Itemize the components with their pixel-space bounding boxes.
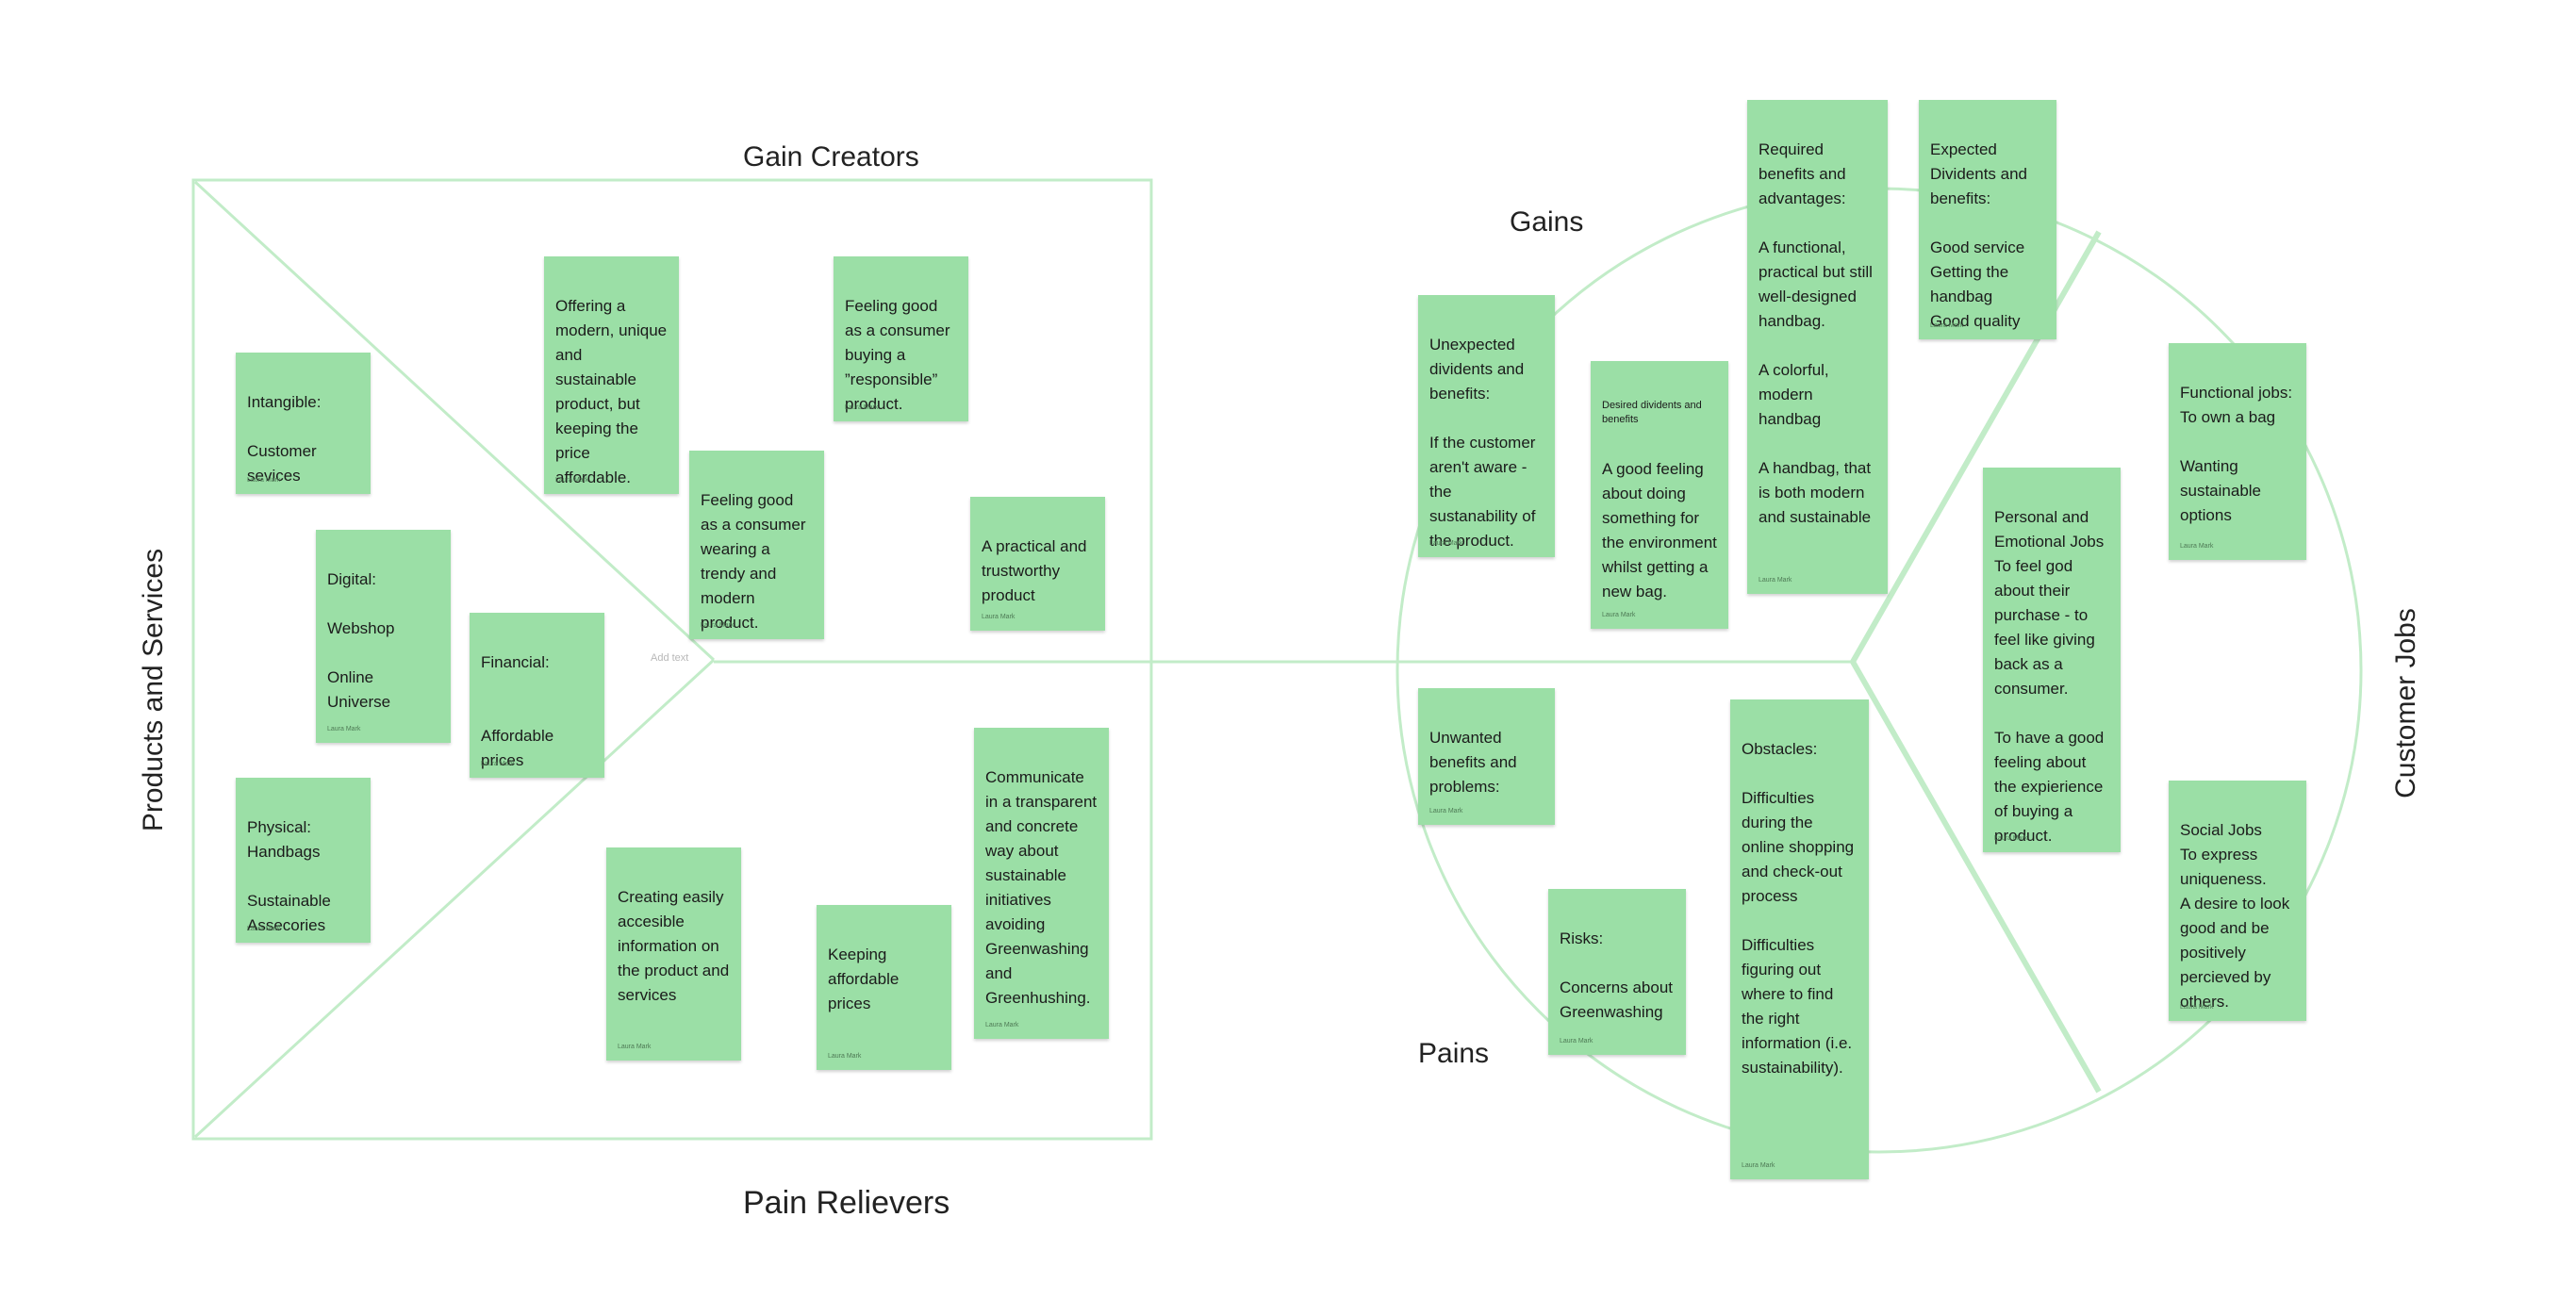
sticky-note-text: Social Jobs To express uniqueness. A des… <box>2180 821 2290 1011</box>
sticky-note-author: Laura Mark <box>1742 1162 1775 1169</box>
sticky-note-text: Physical: Handbags Sustainable Assecorie… <box>247 818 331 934</box>
sticky-note-author: Laura Mark <box>1602 612 1636 618</box>
sticky-note-text: Feeling good as a consumer wearing a tre… <box>701 491 806 632</box>
sticky-note-unwanted[interactable]: Unwanted benefits and problems: Laura Ma… <box>1418 688 1555 825</box>
sticky-note-text: Intangible: Customer sevices <box>247 393 322 485</box>
sticky-note-text: Digital: Webshop Online Universe <box>327 570 395 711</box>
sticky-note-author: Laura Mark <box>247 477 281 484</box>
sticky-note-author: Laura Mark <box>1429 540 1463 547</box>
sticky-note-text: Risks: Concerns about Greenwashing <box>1560 929 1674 1021</box>
sticky-note-text: Keeping affordable prices <box>828 946 900 1012</box>
sticky-note-author: Laura Mark <box>481 761 515 767</box>
sticky-note-author: Laura Mark <box>2180 543 2214 550</box>
sticky-note-text: A good feeling about doing something for… <box>1602 460 1717 600</box>
sticky-note-obstacles[interactable]: Obstacles: Difficulties during the onlin… <box>1730 699 1869 1179</box>
sticky-note-text: Feeling good as a consumer buying a ”res… <box>845 297 950 413</box>
sticky-note-text: Required benefits and advantages: A func… <box>1759 140 1873 526</box>
sticky-note-author: Laura Mark <box>982 614 1016 620</box>
sticky-note-text: Unwanted benefits and problems: <box>1429 729 1517 796</box>
sticky-note-risks[interactable]: Risks: Concerns about Greenwashing Laura… <box>1548 889 1686 1055</box>
sticky-note-text: Financial: Affordable prices <box>481 653 554 769</box>
products-services-label: Products and Services <box>138 548 169 832</box>
sticky-note-author: Laura Mark <box>1994 835 2028 842</box>
sticky-note-author: Laura Mark <box>1429 808 1463 814</box>
sticky-note-author: Laura Mark <box>1930 322 1964 329</box>
sticky-note-text: Communicate in a transparent and concret… <box>985 768 1098 1007</box>
sticky-note-feeling-buying[interactable]: Feeling good as a consumer buying a ”res… <box>834 256 968 421</box>
sticky-note-author: Laura Mark <box>845 404 879 411</box>
pains-label: Pains <box>1418 1038 1490 1069</box>
sticky-note-title: Desired dividents and benefits <box>1602 400 1702 425</box>
sticky-note-feeling-wearing[interactable]: Feeling good as a consumer wearing a tre… <box>689 451 824 639</box>
sticky-note-social-jobs[interactable]: Social Jobs To express uniqueness. A des… <box>2169 781 2306 1021</box>
sticky-note-text: A practical and trustworthy product <box>982 537 1087 604</box>
sticky-note-unexpected[interactable]: Unexpected dividents and benefits: If th… <box>1418 295 1555 557</box>
sticky-note-author: Laura Mark <box>828 1053 862 1060</box>
sticky-note-text: Personal and Emotional Jobs To feel god … <box>1994 508 2105 845</box>
sticky-note-author: Laura Mark <box>1759 577 1792 584</box>
sticky-note-text: Unexpected dividents and benefits: If th… <box>1429 336 1536 550</box>
sticky-note-desired[interactable]: Desired dividents and benefits A good fe… <box>1591 361 1728 629</box>
sticky-note-personal-jobs[interactable]: Personal and Emotional Jobs To feel god … <box>1983 468 2121 852</box>
sticky-note-communicate[interactable]: Communicate in a transparent and concret… <box>974 728 1109 1039</box>
sticky-note-text: Creating easily accesible information on… <box>618 888 730 1004</box>
sticky-note-intangible[interactable]: Intangible: Customer sevices Laura Mark <box>236 353 371 494</box>
gains-label: Gains <box>1510 206 1584 238</box>
sticky-note-author: Laura Mark <box>2180 1004 2214 1011</box>
sticky-note-author: Laura Mark <box>1560 1038 1593 1045</box>
sticky-note-author: Laura Mark <box>985 1022 1019 1028</box>
gain-creators-label: Gain Creators <box>743 141 919 173</box>
sticky-note-offering[interactable]: Offering a modern, unique and sustainabl… <box>544 256 679 494</box>
sticky-note-expected[interactable]: Expected Dividents and benefits: Good se… <box>1919 100 2056 339</box>
sticky-note-text: Obstacles: Difficulties during the onlin… <box>1742 740 1855 1077</box>
sticky-note-author: Laura Mark <box>701 622 735 629</box>
pain-relievers-label: Pain Relievers <box>743 1185 950 1221</box>
whiteboard-canvas: Gain Creators Pain Relievers Products an… <box>0 0 2576 1316</box>
sticky-note-text: Offering a modern, unique and sustainabl… <box>555 297 668 486</box>
sticky-note-author: Laura Mark <box>618 1044 652 1050</box>
sticky-note-text: Functional jobs: To own a bag Wanting su… <box>2180 384 2293 524</box>
sticky-note-functional-jobs[interactable]: Functional jobs: To own a bag Wanting su… <box>2169 343 2306 560</box>
customer-jobs-label: Customer Jobs <box>2390 608 2421 798</box>
sticky-note-author: Laura Mark <box>327 726 361 732</box>
sticky-note-author: Laura Mark <box>555 477 589 484</box>
sticky-note-text: Expected Dividents and benefits: Good se… <box>1930 140 2028 330</box>
sticky-note-financial[interactable]: Financial: Affordable prices Laura Mark <box>470 613 604 778</box>
sticky-note-author: Laura Mark <box>247 926 281 932</box>
add-text-placeholder[interactable]: Add text <box>651 652 688 664</box>
sticky-note-creating-info[interactable]: Creating easily accesible information on… <box>606 847 741 1061</box>
sticky-note-required[interactable]: Required benefits and advantages: A func… <box>1747 100 1888 594</box>
sticky-note-physical[interactable]: Physical: Handbags Sustainable Assecorie… <box>236 778 371 943</box>
sticky-note-keeping-prices[interactable]: Keeping affordable prices Laura Mark <box>817 905 951 1070</box>
sticky-note-digital[interactable]: Digital: Webshop Online Universe Laura M… <box>316 530 451 743</box>
sticky-note-practical[interactable]: A practical and trustworthy product Laur… <box>970 497 1105 631</box>
